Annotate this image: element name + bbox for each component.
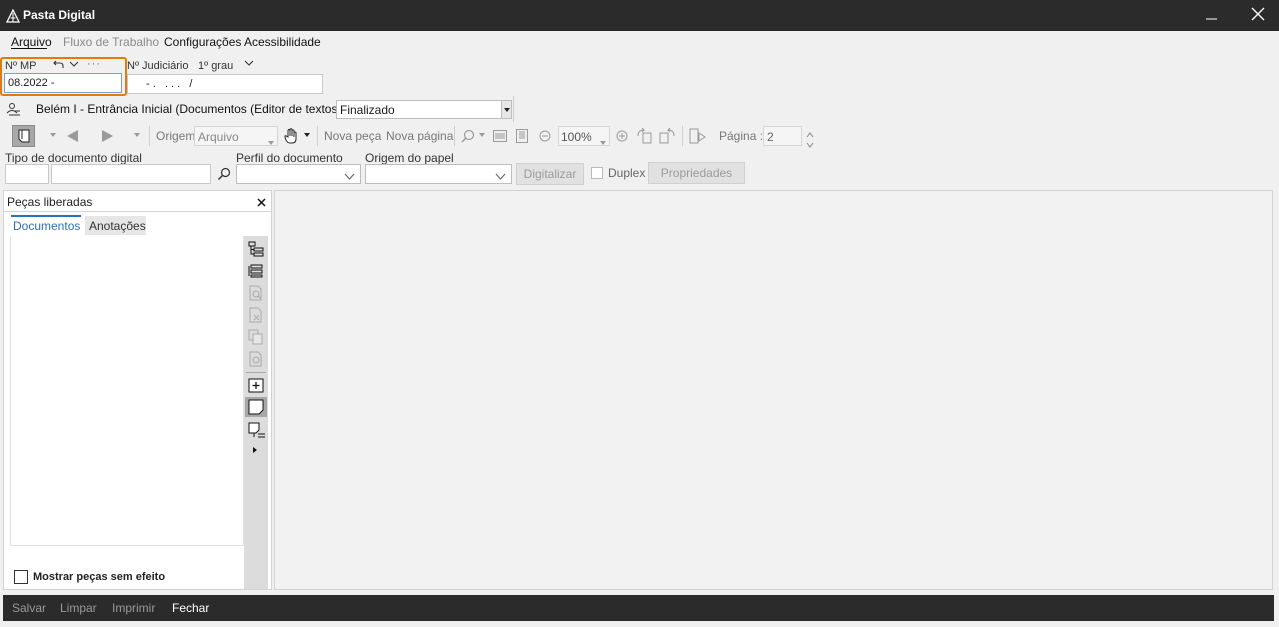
zoom-select-dropdown-icon <box>600 134 606 148</box>
side-toolbar-more-icon[interactable] <box>253 442 258 456</box>
tab-anotacoes[interactable]: Anotações <box>85 216 146 235</box>
mostrar-pecas-checkbox[interactable] <box>14 570 28 584</box>
zoom-select-value: 100% <box>561 130 592 144</box>
more-icon[interactable]: ··· <box>87 58 101 70</box>
limpar-button[interactable]: Limpar <box>60 601 97 615</box>
fit-page-icon[interactable] <box>514 128 530 144</box>
tipo-documento-label: Tipo de documento digital <box>5 151 142 165</box>
title-bar: Pasta Digital <box>0 0 1279 31</box>
minimize-icon <box>1206 9 1218 23</box>
tipo-documento-input[interactable] <box>51 164 211 184</box>
judiciario-number-input[interactable]: - . . . . / <box>127 74 323 94</box>
close-button[interactable] <box>1236 0 1279 31</box>
zoom-in-icon[interactable] <box>615 129 629 143</box>
perfil-documento-label: Perfil do documento <box>236 151 343 165</box>
mp-number-input[interactable]: 08.2022 - <box>4 73 122 93</box>
origem-label: Origem <box>156 129 196 143</box>
bottom-action-bar: Salvar Limpar Imprimir Fechar <box>3 595 1274 621</box>
pagina-input[interactable]: 2 <box>763 126 802 146</box>
judiciario-label: Nº Judiciário <box>127 60 189 72</box>
origem-dropdown-icon <box>268 134 274 148</box>
undo-icon[interactable] <box>52 58 64 70</box>
zoom-search-icon[interactable] <box>460 128 476 144</box>
fila-dropdown-icon[interactable] <box>501 101 511 118</box>
window-title: Pasta Digital <box>23 8 96 22</box>
menu-configuracoes[interactable]: Configurações <box>164 35 241 49</box>
origem-papel-select[interactable] <box>365 164 512 184</box>
tab-documentos[interactable]: Documentos <box>11 215 81 235</box>
propriedades-button[interactable]: Propriedades <box>648 162 745 184</box>
duplex-checkbox[interactable] <box>591 167 603 179</box>
tree-collapse-icon[interactable] <box>247 262 265 280</box>
perfil-documento-select[interactable] <box>236 164 361 184</box>
salvar-button[interactable]: Salvar <box>12 601 46 615</box>
note-mode-icon[interactable] <box>245 397 267 417</box>
fit-width-icon[interactable] <box>492 128 508 144</box>
side-toolbar <box>244 236 268 589</box>
duplex-label: Duplex <box>608 166 646 180</box>
grau-label: 1º grau <box>198 60 234 72</box>
page-mode-button[interactable] <box>12 125 35 147</box>
pecas-liberadas-panel: Peças liberadas Documentos Anotações Mos… <box>3 190 272 590</box>
document-search-icon[interactable] <box>247 284 265 302</box>
document-copy-icon[interactable] <box>247 328 265 346</box>
note-list-icon[interactable] <box>247 421 267 439</box>
pagina-spin-down-icon[interactable] <box>806 137 814 151</box>
close-icon <box>1251 7 1265 24</box>
nova-pagina-button[interactable]: Nova página <box>386 129 453 143</box>
fechar-button[interactable]: Fechar <box>172 601 209 615</box>
zoom-select[interactable]: 100% <box>558 126 610 146</box>
menu-acessibilidade[interactable]: Acessibilidade <box>244 35 321 49</box>
panel-title: Peças liberadas <box>7 195 93 209</box>
tipo-documento-code-input[interactable] <box>5 164 49 184</box>
document-viewer[interactable] <box>274 190 1273 590</box>
grau-chevron-down-icon[interactable] <box>243 58 255 68</box>
origem-papel-label: Origem do papel <box>365 151 454 165</box>
perfil-chevron-down-icon <box>344 171 355 183</box>
panel-close-icon[interactable] <box>255 196 267 208</box>
fila-text: Belém I - Entrância Inicial (Documentos … <box>36 102 376 116</box>
zoom-dropdown-icon[interactable] <box>478 131 486 139</box>
next-dropdown-icon[interactable] <box>132 130 142 140</box>
search-icon[interactable] <box>216 166 232 182</box>
fila-select[interactable]: Finalizado <box>336 100 512 119</box>
mp-label: Nº MP <box>5 60 37 72</box>
menu-fluxo-de-trabalho[interactable]: Fluxo de Trabalho <box>63 35 159 49</box>
hand-dropdown-icon[interactable] <box>303 131 311 139</box>
previous-icon[interactable] <box>63 128 81 144</box>
document-attach-icon[interactable] <box>247 350 265 368</box>
mostrar-pecas-label: Mostrar peças sem efeito <box>33 571 166 583</box>
rotate-right-icon[interactable] <box>658 127 676 145</box>
rotate-left-icon[interactable] <box>635 127 653 145</box>
queue-icon <box>5 101 21 116</box>
menu-arquivo[interactable]: Arquivo <box>11 35 52 49</box>
chevron-down-icon[interactable] <box>68 58 80 70</box>
page-navigate-icon[interactable] <box>688 127 706 145</box>
origem-select-value: Arquivo <box>198 130 239 144</box>
tree-expand-icon[interactable] <box>247 240 265 258</box>
document-remove-icon[interactable] <box>247 306 265 324</box>
next-icon[interactable] <box>99 128 117 144</box>
documents-tree[interactable] <box>10 236 244 546</box>
digitalizar-button[interactable]: Digitalizar <box>516 163 584 185</box>
minimize-button[interactable] <box>1190 0 1234 31</box>
dropdown-arrow-icon[interactable] <box>48 130 58 140</box>
app-logo-icon <box>5 8 21 23</box>
nova-peca-button[interactable]: Nova peça <box>324 129 381 143</box>
fila-select-value: Finalizado <box>340 103 395 117</box>
add-document-icon[interactable] <box>247 376 265 394</box>
origem-select[interactable]: Arquivo <box>194 126 278 146</box>
imprimir-button[interactable]: Imprimir <box>112 601 155 615</box>
origem-papel-chevron-down-icon <box>495 171 506 183</box>
pagina-label: Página : <box>719 129 764 143</box>
hand-pan-icon[interactable] <box>283 127 299 145</box>
zoom-out-icon[interactable] <box>538 129 552 143</box>
